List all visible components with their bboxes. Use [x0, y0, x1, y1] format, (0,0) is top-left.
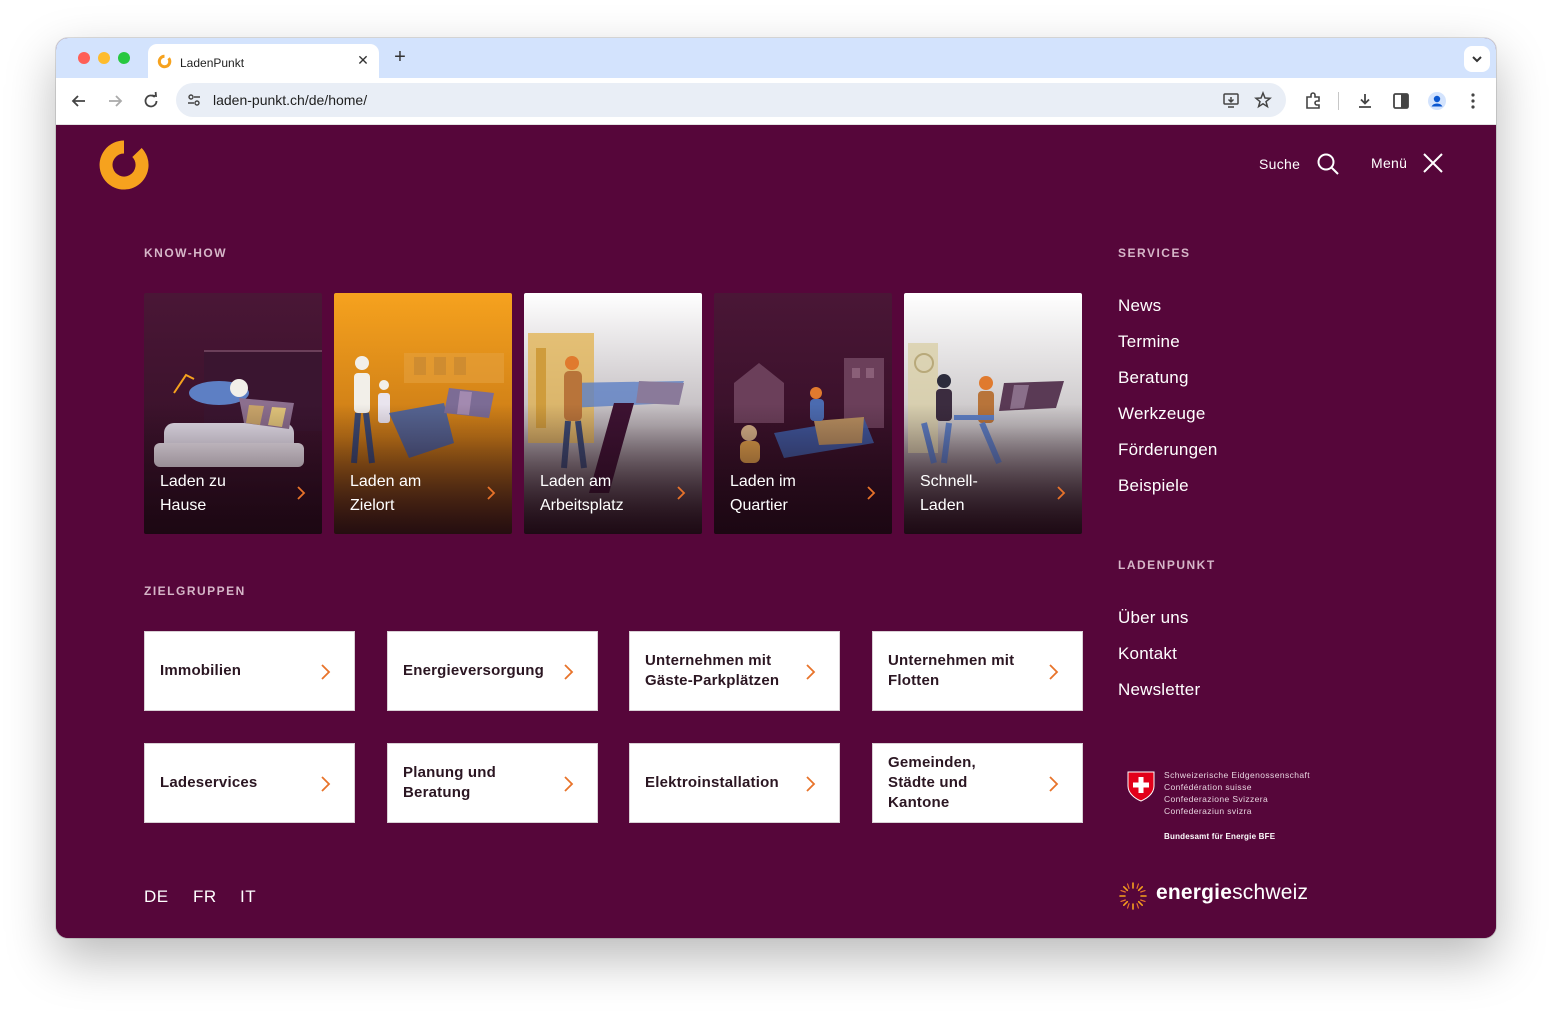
ladenpunkt-link-kontakt[interactable]: Kontakt: [1118, 644, 1177, 664]
bookmark-star-icon[interactable]: [1254, 91, 1272, 109]
card-label: Laden zu Hause: [160, 473, 226, 514]
knowhow-heading: KNOW-HOW: [144, 246, 228, 260]
profile-avatar-icon[interactable]: [1426, 90, 1448, 112]
maximize-window-button[interactable]: [118, 52, 130, 64]
tab-bar: LadenPunkt ✕ +: [56, 38, 1496, 78]
browser-window: LadenPunkt ✕ + laden-punkt.ch/de/home/ S…: [56, 38, 1496, 938]
chevron-right-icon: [1049, 664, 1059, 680]
forward-arrow-icon[interactable]: [104, 90, 126, 112]
knowhow-card-laden-am-arbeitsplatz[interactable]: Laden am Arbeitsplatz: [524, 293, 702, 534]
language-de[interactable]: DE: [144, 887, 169, 907]
bfe-label: Bundesamt für Energie BFE: [1164, 832, 1276, 841]
card-label: Schnell- Laden: [920, 473, 978, 514]
services-link-werkzeuge[interactable]: Werkzeuge: [1118, 404, 1205, 424]
swiss-shield-icon: [1127, 771, 1155, 802]
energieschweiz-sun-icon: [1119, 882, 1147, 910]
confed-line-it: Confederazione Svizzera: [1164, 794, 1269, 804]
search-icon[interactable]: [1316, 152, 1340, 176]
chevron-right-icon: [487, 486, 496, 500]
card-label: Laden am Arbeitsplatz: [540, 473, 624, 514]
knowhow-card-laden-im-quartier[interactable]: Laden im Quartier: [714, 293, 892, 534]
zielgruppe-tile-ladeservices[interactable]: Ladeservices: [144, 743, 355, 823]
chevron-right-icon: [1049, 776, 1059, 792]
card-label: Laden am Zielort: [350, 473, 422, 514]
tab-search-button[interactable]: [1464, 46, 1490, 72]
tile-label: Elektroinstallation: [645, 774, 779, 791]
more-options-icon[interactable]: [1462, 90, 1484, 112]
tile-label: Unternehmen mit Gäste-Parkplätzen: [645, 652, 780, 689]
ladenpunkt-link-newsletter[interactable]: Newsletter: [1118, 680, 1200, 700]
chevron-right-icon: [564, 776, 574, 792]
tile-label: Unternehmen mit Flotten: [888, 652, 1015, 689]
install-app-icon[interactable]: [1222, 91, 1240, 109]
knowhow-card-laden-zu-hause[interactable]: Laden zu Hause: [144, 293, 322, 534]
chevron-down-icon: [1472, 56, 1482, 63]
ladenpunkt-favicon-icon: [157, 54, 172, 69]
zielgruppe-tile-unternehmen-flotten[interactable]: Unternehmen mit Flotten: [872, 631, 1083, 711]
tile-label: Energieversorgung: [403, 662, 544, 679]
tab-close-icon[interactable]: ✕: [355, 52, 371, 68]
download-icon[interactable]: [1354, 90, 1376, 112]
extensions-puzzle-icon[interactable]: [1302, 90, 1324, 112]
side-panel-icon[interactable]: [1390, 90, 1412, 112]
services-link-termine[interactable]: Termine: [1118, 332, 1180, 352]
url-text: laden-punkt.ch/de/home/: [213, 92, 368, 108]
services-link-beispiele[interactable]: Beispiele: [1118, 476, 1189, 496]
services-heading: SERVICES: [1118, 246, 1191, 260]
tile-label: Ladeservices: [160, 774, 258, 791]
confed-line-fr: Confédération suisse: [1164, 782, 1252, 792]
zielgruppen-heading: ZIELGRUPPEN: [144, 584, 246, 598]
zielgruppe-tile-elektroinstallation[interactable]: Elektroinstallation: [629, 743, 840, 823]
card-label: Laden im Quartier: [730, 473, 796, 514]
new-tab-icon[interactable]: +: [390, 47, 410, 68]
toolbar-divider: [1338, 92, 1339, 110]
back-arrow-icon[interactable]: [68, 90, 90, 112]
ladenpunkt-heading: LADENPUNKT: [1118, 558, 1216, 572]
close-window-button[interactable]: [78, 52, 90, 64]
chevron-right-icon: [806, 664, 816, 680]
chevron-right-icon: [677, 486, 686, 500]
chevron-right-icon: [297, 486, 306, 500]
ladenpunkt-logo-icon[interactable]: [96, 137, 152, 193]
services-link-foerderungen[interactable]: Förderungen: [1118, 440, 1218, 460]
chevron-right-icon: [806, 776, 816, 792]
tab-ladenpunkt[interactable]: LadenPunkt ✕: [148, 44, 379, 78]
zielgruppe-tile-planung-beratung[interactable]: Planung und Beratung: [387, 743, 598, 823]
services-link-beratung[interactable]: Beratung: [1118, 368, 1189, 388]
services-link-news[interactable]: News: [1118, 296, 1161, 316]
language-fr[interactable]: FR: [193, 887, 217, 907]
tab-title: LadenPunkt: [180, 56, 245, 70]
page-menu-overlay: Suche Menü KNOW-HOW Laden zu Hause Laden…: [56, 125, 1496, 938]
chevron-right-icon: [321, 664, 331, 680]
reload-icon[interactable]: [140, 90, 162, 112]
search-label[interactable]: Suche: [1259, 156, 1300, 172]
chevron-right-icon: [321, 776, 331, 792]
zielgruppe-tile-energieversorgung[interactable]: Energieversorgung: [387, 631, 598, 711]
knowhow-card-schnell-laden[interactable]: Schnell- Laden: [904, 293, 1082, 534]
zielgruppe-tile-gemeinden-staedte-kantone[interactable]: Gemeinden, Städte und Kantone: [872, 743, 1083, 823]
zielgruppe-tile-unternehmen-gaeste-parkplaetze[interactable]: Unternehmen mit Gäste-Parkplätzen: [629, 631, 840, 711]
chevron-right-icon: [564, 664, 574, 680]
knowhow-card-laden-am-zielort[interactable]: Laden am Zielort: [334, 293, 512, 534]
close-menu-icon[interactable]: [1422, 152, 1444, 174]
address-bar[interactable]: laden-punkt.ch/de/home/: [176, 83, 1286, 117]
confed-line-rm: Confederaziun svizra: [1164, 806, 1252, 816]
confed-line-de: Schweizerische Eidgenossenschaft: [1164, 770, 1311, 780]
tile-label: Immobilien: [160, 662, 242, 679]
energieschweiz-wordmark[interactable]: energieschweiz: [1156, 881, 1308, 905]
zielgruppe-tile-immobilien[interactable]: Immobilien: [144, 631, 355, 711]
tile-label: Planung und Beratung: [403, 764, 497, 801]
menu-label[interactable]: Menü: [1371, 155, 1407, 171]
chevron-right-icon: [867, 486, 876, 500]
language-it[interactable]: IT: [240, 887, 256, 907]
minimize-window-button[interactable]: [98, 52, 110, 64]
browser-toolbar: laden-punkt.ch/de/home/: [56, 78, 1496, 125]
tile-label: Gemeinden, Städte und Kantone: [888, 754, 976, 811]
chevron-right-icon: [1057, 486, 1066, 500]
ladenpunkt-link-ueber-uns[interactable]: Über uns: [1118, 608, 1189, 628]
site-settings-icon[interactable]: [186, 92, 202, 108]
